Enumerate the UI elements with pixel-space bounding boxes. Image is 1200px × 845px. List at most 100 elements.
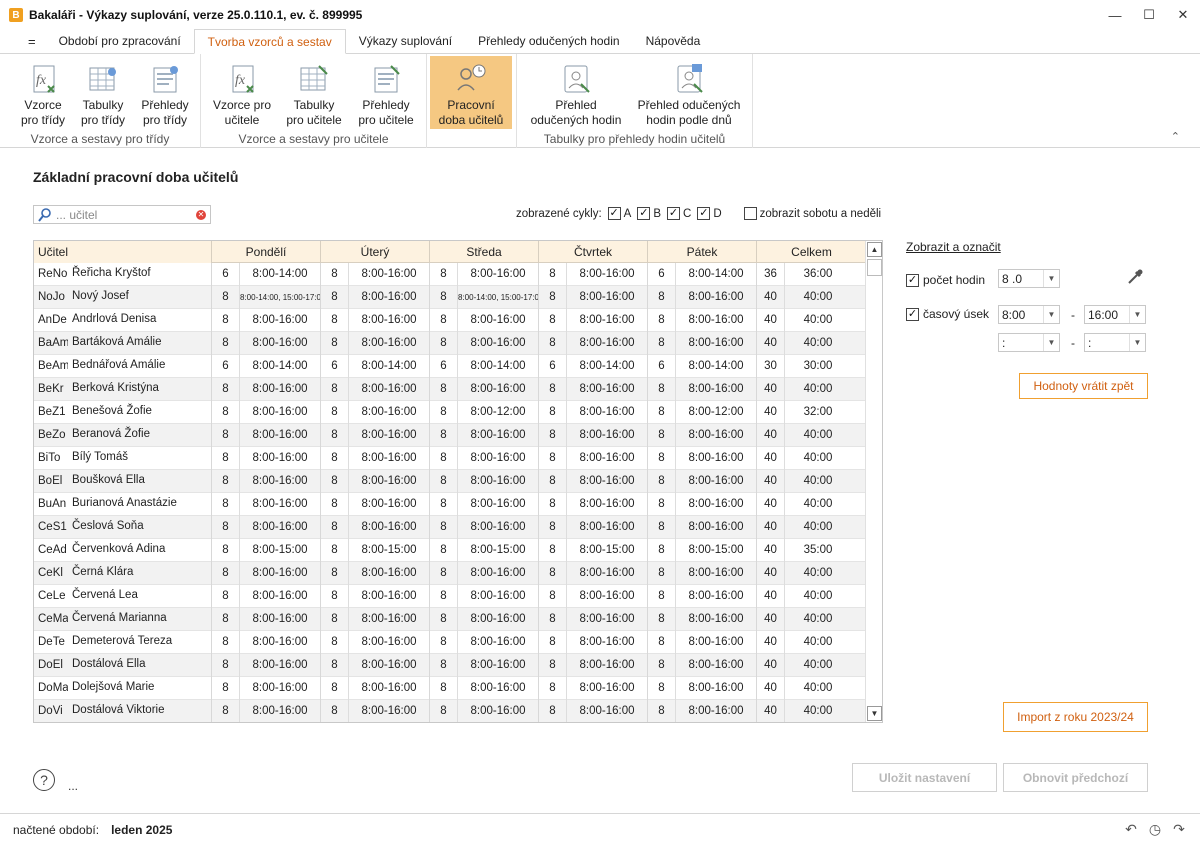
day-time-range[interactable]: 8:00-16:00 — [676, 630, 757, 654]
total-time[interactable]: 40:00 — [785, 585, 851, 608]
day-hours[interactable]: 8 — [539, 469, 567, 493]
teacher-name[interactable]: Bednářová Amálie — [68, 355, 212, 378]
total-hours[interactable]: 40 — [757, 653, 785, 677]
day-time-range[interactable]: 8:00-16:00 — [458, 492, 539, 516]
teacher-abbr[interactable]: DeTe — [34, 636, 68, 648]
teacher-name[interactable]: Červená Lea — [68, 585, 212, 608]
day-hours[interactable]: 8 — [430, 584, 458, 608]
total-hours[interactable]: 40 — [757, 377, 785, 401]
day-hours[interactable]: 8 — [539, 676, 567, 700]
day-hours[interactable]: 8 — [212, 377, 240, 401]
total-hours[interactable]: 30 — [757, 354, 785, 378]
day-hours[interactable]: 8 — [539, 561, 567, 585]
teacher-abbr[interactable]: ČeKl — [34, 567, 68, 579]
day-hours[interactable]: 8 — [430, 331, 458, 355]
day-hours[interactable]: 8 — [321, 561, 349, 585]
cycle-c-checkbox[interactable]: ✓ C — [667, 207, 691, 220]
redo-icon[interactable]: ↷ — [1170, 820, 1188, 838]
teacher-name[interactable]: Černá Klára — [68, 562, 212, 585]
day-time-range[interactable]: 8:00-16:00 — [458, 331, 539, 355]
day-hours[interactable]: 8 — [430, 607, 458, 631]
checkbox-checked-icon[interactable]: ✓ — [906, 273, 919, 287]
day-time-range[interactable]: 8:00-16:00 — [240, 308, 321, 332]
day-time-range[interactable]: 8:00-16:00 — [458, 446, 539, 470]
teacher-name[interactable]: Berková Kristýna — [68, 378, 212, 401]
table-row[interactable]: BiTo Bílý Tomáš 8 8:00-16:00 8 8:00-16:00 8 8:0… — [34, 446, 866, 470]
teacher-name[interactable]: Burianová Anastázie — [68, 493, 212, 516]
table-row[interactable]: BaAm Bartáková Amálie 8 8:00-16:00 8 8:00-16:… — [34, 331, 866, 355]
day-hours[interactable]: 8 — [648, 308, 676, 332]
tab-prehledy[interactable]: Přehledy odučených hodin — [465, 29, 632, 53]
total-hours[interactable]: 40 — [757, 400, 785, 424]
day-time-range[interactable]: 8:00-16:00 — [458, 607, 539, 631]
teacher-name[interactable]: Dostálová Viktorie — [68, 700, 212, 722]
day-time-range[interactable]: 8:00-16:00 — [567, 308, 648, 332]
formulas-teachers-button[interactable]: fx Vzorce pro učitele — [209, 56, 275, 129]
teacher-name[interactable]: Dolejšová Marie — [68, 677, 212, 700]
day-hours[interactable]: 8 — [321, 285, 349, 309]
teacher-name[interactable]: Česlová Soňa — [68, 516, 212, 539]
table-row[interactable]: ReNo Řeřicha Kryštof 6 8:00-14:00 8 8:00-16:0… — [34, 262, 866, 286]
day-hours[interactable]: 8 — [321, 584, 349, 608]
day-time-range[interactable]: 8:00-16:00 — [240, 492, 321, 516]
day-time-range[interactable]: 8:00-16:00 — [458, 515, 539, 539]
day-hours[interactable]: 8 — [648, 285, 676, 309]
tab-vykazy[interactable]: Výkazy suplování — [346, 29, 465, 53]
day-hours[interactable]: 8 — [212, 630, 240, 654]
tab-menu[interactable]: = — [0, 29, 46, 53]
day-hours[interactable]: 8 — [430, 446, 458, 470]
total-time[interactable]: 40:00 — [785, 562, 851, 585]
total-time[interactable]: 35:00 — [785, 539, 851, 562]
day-time-range[interactable]: 8:00-16:00 — [676, 515, 757, 539]
teacher-abbr[interactable]: NoJo — [34, 291, 68, 303]
day-time-range[interactable]: 8:00-16:00 — [567, 285, 648, 309]
day-time-range[interactable]: 8:00-14:00 — [240, 354, 321, 378]
total-hours[interactable]: 40 — [757, 561, 785, 585]
table-row[interactable]: DoVi Dostálová Viktorie 8 8:00-16:00 8 8:00-1… — [34, 699, 866, 722]
day-time-range[interactable]: 8:00-12:00 — [458, 400, 539, 424]
day-hours[interactable]: 8 — [212, 538, 240, 562]
day-time-range[interactable]: 8:00-16:00 — [458, 561, 539, 585]
day-hours[interactable]: 8 — [539, 492, 567, 516]
weekend-checkbox[interactable]: zobrazit sobotu a neděli — [743, 207, 881, 220]
reset-values-button[interactable]: Hodnoty vrátit zpět — [1019, 373, 1148, 399]
teacher-name[interactable]: Boušková Ella — [68, 470, 212, 493]
teacher-name[interactable]: Dostálová Ella — [68, 654, 212, 677]
teacher-name[interactable]: Bartáková Amálie — [68, 332, 212, 355]
maximize-icon[interactable]: ☐ — [1132, 0, 1166, 30]
day-time-range[interactable]: 8:00-16:00 — [567, 377, 648, 401]
search-input[interactable] — [56, 207, 186, 222]
day-hours[interactable]: 8 — [539, 423, 567, 447]
teacher-abbr[interactable]: AnDe — [34, 314, 68, 326]
total-hours[interactable]: 40 — [757, 630, 785, 654]
history-icon[interactable]: ◷ — [1146, 820, 1164, 838]
checkbox-unchecked-icon[interactable] — [743, 207, 757, 220]
column-header-teacher[interactable]: Učitel — [34, 241, 212, 263]
total-time[interactable]: 40:00 — [785, 654, 851, 677]
day-hours[interactable]: 8 — [321, 262, 349, 286]
day-hours[interactable]: 8 — [539, 400, 567, 424]
column-header-wednesday[interactable]: Středa — [430, 241, 539, 263]
day-time-range[interactable]: 8:00-16:00 — [458, 676, 539, 700]
day-time-range[interactable]: 8:00-16:00 — [676, 607, 757, 631]
day-time-range[interactable]: 8:00-16:00 — [676, 676, 757, 700]
day-time-range[interactable]: 8:00-16:00 — [349, 653, 430, 677]
scroll-down-icon[interactable]: ▼ — [867, 706, 882, 721]
checkbox-checked-icon[interactable]: ✓ — [697, 207, 711, 220]
checkbox-checked-icon[interactable]: ✓ — [637, 207, 651, 220]
teacher-name[interactable]: Červenková Adina — [68, 539, 212, 562]
day-hours[interactable]: 8 — [648, 676, 676, 700]
table-row[interactable]: DoEl Dostálová Ella 8 8:00-16:00 8 8:00-16:00… — [34, 653, 866, 677]
day-time-range[interactable]: 8:00-16:00 — [240, 331, 321, 355]
day-hours[interactable]: 8 — [430, 515, 458, 539]
working-hours-button[interactable]: Pracovní doba učitelů — [430, 56, 512, 129]
day-hours[interactable]: 8 — [212, 423, 240, 447]
teacher-name[interactable]: Nový Josef — [68, 286, 212, 309]
day-time-range[interactable]: 8:00-16:00 — [240, 630, 321, 654]
day-hours[interactable]: 8 — [321, 492, 349, 516]
day-hours[interactable]: 8 — [212, 400, 240, 424]
show-and-mark-link[interactable]: Zobrazit a označit — [906, 240, 1001, 254]
day-time-range[interactable]: 8:00-14:00 — [458, 354, 539, 378]
day-time-range[interactable]: 8:00-16:00 — [349, 285, 430, 309]
total-time[interactable]: 36:00 — [785, 263, 851, 286]
